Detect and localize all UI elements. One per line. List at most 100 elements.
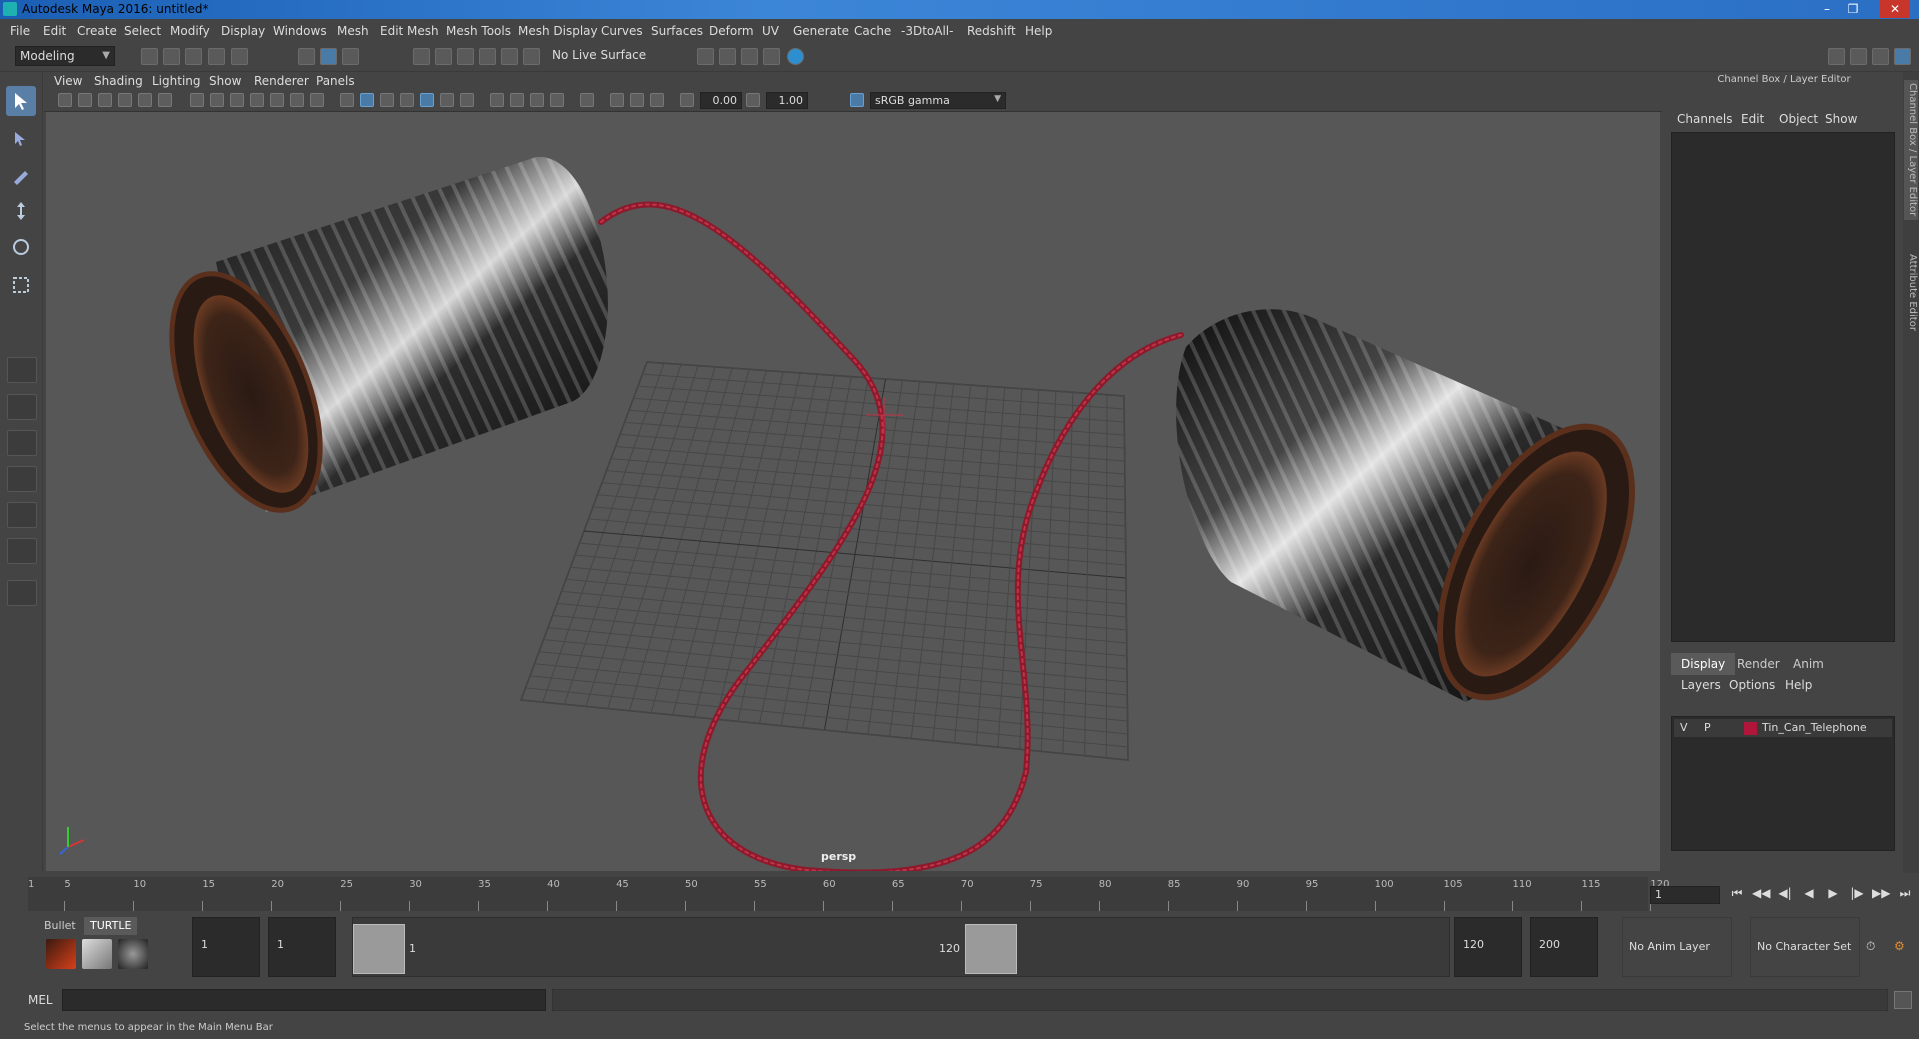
lasso-tool-icon[interactable]	[6, 124, 36, 154]
help-menu[interactable]: Help	[1785, 678, 1812, 692]
go-to-start-icon[interactable]: ⏮	[1728, 886, 1746, 904]
current-frame-field[interactable]: 1	[1650, 886, 1720, 904]
menu-display[interactable]: Display	[221, 24, 265, 38]
field-chart-icon[interactable]	[270, 93, 284, 107]
menu-curves[interactable]: Curves	[601, 24, 643, 38]
playback-start-field[interactable]: 1	[268, 917, 336, 977]
character-set-dropdown[interactable]: No Character Set	[1750, 917, 1860, 977]
channel-box-toggle-icon[interactable]	[1894, 48, 1911, 65]
menu-deform[interactable]: Deform	[709, 24, 754, 38]
custom-layout-button[interactable]	[7, 580, 37, 606]
resolution-gate-icon[interactable]	[230, 93, 244, 107]
select-component-icon[interactable]	[342, 48, 359, 65]
scale-tool-icon[interactable]	[6, 270, 36, 300]
vp-menu-renderer[interactable]: Renderer	[254, 74, 309, 88]
menu-surfaces[interactable]: Surfaces	[651, 24, 703, 38]
exposure-icon[interactable]	[680, 93, 694, 107]
menu-generate[interactable]: Generate	[793, 24, 849, 38]
gamma-icon[interactable]	[746, 93, 760, 107]
snap-point-icon[interactable]	[457, 48, 474, 65]
redo-icon[interactable]	[231, 48, 248, 65]
close-button[interactable]: ✕	[1880, 0, 1910, 18]
auto-key-icon[interactable]: ⏱	[1866, 939, 1875, 954]
mel-label[interactable]: MEL	[28, 993, 53, 1007]
tab-render[interactable]: Render	[1727, 653, 1790, 675]
film-gate-icon[interactable]	[210, 93, 224, 107]
camera-icon[interactable]	[58, 93, 72, 107]
bookmark-icon[interactable]	[98, 93, 112, 107]
menu-help[interactable]: Help	[1025, 24, 1052, 38]
vp-menu-show[interactable]: Show	[209, 74, 241, 88]
grid-icon[interactable]	[190, 93, 204, 107]
ambient-occlusion-icon[interactable]	[610, 93, 624, 107]
toggle-outliner-icon[interactable]	[1872, 48, 1889, 65]
animation-end-field[interactable]: 200	[1530, 917, 1598, 977]
render-frame-icon[interactable]	[719, 48, 736, 65]
default-material-icon[interactable]	[380, 93, 394, 107]
menu-select[interactable]: Select	[124, 24, 161, 38]
menu-windows[interactable]: Windows	[273, 24, 327, 38]
menu-uv[interactable]: UV	[762, 24, 779, 38]
menu-mesh[interactable]: Mesh	[337, 24, 369, 38]
play-backwards-icon[interactable]: ◀	[1800, 886, 1818, 904]
menu-create[interactable]: Create	[77, 24, 117, 38]
persp-graph-layout-button[interactable]	[7, 502, 37, 528]
move-tool-icon[interactable]	[6, 196, 36, 226]
undo-icon[interactable]	[208, 48, 225, 65]
grease-pencil-icon[interactable]	[158, 93, 172, 107]
step-forward-frame-icon[interactable]: |▶	[1848, 886, 1866, 904]
menu-redshift[interactable]: Redshift	[967, 24, 1016, 38]
layer-playback-toggle[interactable]: P	[1704, 721, 1711, 734]
color-management-icon[interactable]	[850, 93, 864, 107]
xray-active-icon[interactable]	[510, 93, 524, 107]
two-pane-layout-button[interactable]	[7, 430, 37, 456]
depth-of-field-icon[interactable]	[650, 93, 664, 107]
range-slider[interactable]: 1 120	[352, 917, 1450, 977]
menu-cache[interactable]: Cache	[854, 24, 891, 38]
four-pane-layout-button[interactable]	[7, 394, 37, 420]
animation-prefs-icon[interactable]: ⚙	[1894, 939, 1905, 953]
textured-icon[interactable]	[420, 93, 434, 107]
render-settings-icon[interactable]	[697, 48, 714, 65]
animation-start-field[interactable]: 1	[192, 917, 260, 977]
shelf-tab-turtle[interactable]: TURTLE	[84, 917, 138, 935]
safe-action-icon[interactable]	[290, 93, 304, 107]
mel-input[interactable]	[62, 989, 546, 1011]
image-plane-icon[interactable]	[118, 93, 132, 107]
select-hierarchy-icon[interactable]	[298, 48, 315, 65]
menu-file[interactable]: File	[10, 24, 30, 38]
select-object-icon[interactable]	[320, 48, 337, 65]
fire-shelf-icon[interactable]	[46, 939, 76, 969]
vp-menu-lighting[interactable]: Lighting	[152, 74, 201, 88]
shelf-tab-bullet[interactable]: Bullet	[38, 917, 82, 935]
render-globe-icon[interactable]	[787, 48, 804, 65]
tab-attribute-editor[interactable]: Attribute Editor	[1904, 242, 1918, 342]
layer-visibility-toggle[interactable]: V	[1680, 721, 1688, 734]
use-all-lights-icon[interactable]	[440, 93, 454, 107]
wireframe-icon[interactable]	[340, 93, 354, 107]
save-scene-icon[interactable]	[185, 48, 202, 65]
smooth-shade-icon[interactable]	[360, 93, 374, 107]
time-ruler[interactable]: 1 5 10 15 20 25 30 35 40 45 50 55 60 65 70 75 80 85 90 95 1…	[28, 877, 1670, 911]
tab-display[interactable]: Display	[1671, 653, 1736, 675]
isolate-select-icon[interactable]	[580, 93, 594, 107]
show-menu[interactable]: Show	[1825, 112, 1857, 126]
play-forwards-icon[interactable]: ▶	[1824, 886, 1842, 904]
perspective-viewport[interactable]: persp	[46, 112, 1660, 871]
channel-list[interactable]	[1671, 132, 1895, 642]
xray-icon[interactable]	[490, 93, 504, 107]
sphere-shelf-icon[interactable]	[118, 939, 148, 969]
workspace-icon[interactable]	[1828, 48, 1845, 65]
hypershade-layout-button[interactable]	[7, 538, 37, 564]
vp-menu-panels[interactable]: Panels	[316, 74, 355, 88]
menu-edit[interactable]: Edit	[43, 24, 66, 38]
go-to-end-icon[interactable]: ⏭	[1896, 886, 1914, 904]
range-start-handle[interactable]	[353, 924, 405, 974]
snap-curve-icon[interactable]	[435, 48, 452, 65]
snap-grid-icon[interactable]	[413, 48, 430, 65]
range-end-handle[interactable]	[965, 924, 1017, 974]
live-surface-label[interactable]: No Live Surface	[552, 48, 646, 62]
backface-culling-icon[interactable]	[550, 93, 564, 107]
new-scene-icon[interactable]	[141, 48, 158, 65]
vp-menu-view[interactable]: View	[54, 74, 82, 88]
